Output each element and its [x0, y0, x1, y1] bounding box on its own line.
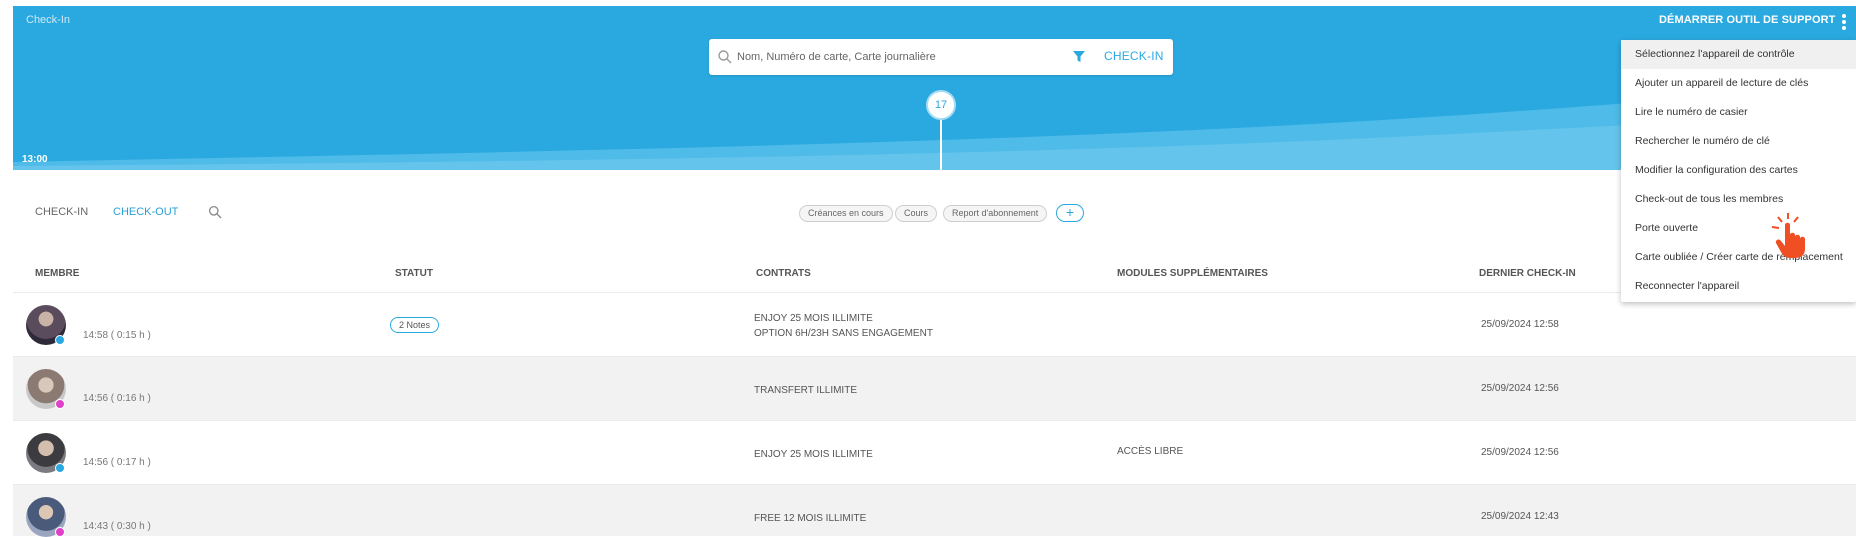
- menu-item-select-control-device[interactable]: Sélectionnez l'appareil de contrôle: [1621, 40, 1856, 69]
- menu-item-card-configuration[interactable]: Modifier la configuration des cartes: [1621, 156, 1856, 185]
- menu-item-forgotten-card[interactable]: Carte oubliée / Créer carte de remplacem…: [1621, 243, 1856, 272]
- row-contract: ENJOY 25 MOIS ILLIMITE: [754, 449, 873, 460]
- row-contract: TRANSFERT ILLIMITE: [754, 385, 857, 396]
- search-icon: [718, 50, 732, 64]
- tab-checkin[interactable]: CHECK-IN: [35, 206, 88, 218]
- column-header-last-checkin[interactable]: DERNIER CHECK-IN: [1479, 268, 1576, 279]
- table-row[interactable]: 14:58 ( 0:15 h ) 2 Notes ENJOY 25 MOIS I…: [13, 292, 1856, 356]
- search-icon[interactable]: [208, 205, 222, 219]
- menu-item-add-key-reader[interactable]: Ajouter un appareil de lecture de clés: [1621, 69, 1856, 98]
- row-module: ACCÈS LIBRE: [1117, 446, 1184, 457]
- menu-item-read-locker-number[interactable]: Lire le numéro de casier: [1621, 98, 1856, 127]
- status-dot: [55, 463, 65, 473]
- menu-item-reconnect-device[interactable]: Reconnecter l'appareil: [1621, 272, 1856, 301]
- filter-chip-report[interactable]: Report d'abonnement: [943, 205, 1048, 222]
- app-title: Check-In: [26, 14, 71, 26]
- filter-chip-creances[interactable]: Créances en cours: [799, 205, 893, 222]
- row-last-checkin: 25/09/2024 12:43: [1481, 511, 1559, 522]
- row-contract: FREE 12 MOIS ILLIMITE: [754, 513, 867, 524]
- column-header-modules[interactable]: MODULES SUPPLÉMENTAIRES: [1117, 268, 1268, 279]
- timeline-time-label: 13:00: [22, 154, 48, 165]
- column-header-contracts[interactable]: CONTRATS: [756, 268, 811, 279]
- menu-item-open-door[interactable]: Porte ouverte: [1621, 214, 1856, 243]
- menu-item-search-key-number[interactable]: Rechercher le numéro de clé: [1621, 127, 1856, 156]
- add-filter-button[interactable]: +: [1056, 204, 1084, 222]
- row-time: 14:58 ( 0:15 h ): [83, 330, 151, 341]
- hand-cursor-icon: [1771, 213, 1805, 258]
- avatar: [26, 305, 66, 345]
- row-last-checkin: 25/09/2024 12:56: [1481, 447, 1559, 458]
- tab-checkout[interactable]: CHECK-OUT: [113, 206, 178, 218]
- options-dropdown-menu: Sélectionnez l'appareil de contrôle Ajou…: [1621, 40, 1856, 302]
- checkin-button[interactable]: CHECK-IN: [1104, 49, 1164, 63]
- status-dot: [55, 335, 65, 345]
- notes-badge[interactable]: 2 Notes: [390, 317, 440, 333]
- table-row[interactable]: 14:56 ( 0:16 h ) TRANSFERT ILLIMITE 25/0…: [13, 356, 1856, 420]
- checkin-header: Check-In 13:00 DÉMARRER OUTIL DE SUPPORT: [13, 6, 1856, 170]
- more-options-icon[interactable]: [1837, 14, 1851, 32]
- row-time: 14:56 ( 0:17 h ): [83, 457, 151, 468]
- member-search-input[interactable]: [737, 48, 1057, 66]
- row-time: 14:56 ( 0:16 h ): [83, 393, 151, 404]
- avatar: [26, 433, 66, 473]
- row-last-checkin: 25/09/2024 12:58: [1481, 319, 1559, 330]
- row-time: 14:43 ( 0:30 h ): [83, 521, 151, 532]
- checkin-count-badge[interactable]: 17: [926, 90, 956, 120]
- filter-chip-cours[interactable]: Cours: [895, 205, 938, 222]
- timeline-marker-line: [940, 116, 942, 172]
- menu-item-checkout-all-members[interactable]: Check-out de tous les membres: [1621, 185, 1856, 214]
- filter-icon[interactable]: [1072, 50, 1086, 64]
- avatar: [26, 497, 66, 537]
- start-support-tool-button[interactable]: DÉMARRER OUTIL DE SUPPORT: [1659, 14, 1835, 26]
- row-contract: ENJOY 25 MOIS ILLIMITE OPTION 6H/23H SAN…: [754, 313, 933, 339]
- row-last-checkin: 25/09/2024 12:56: [1481, 383, 1559, 394]
- header-wave-decoration: [13, 84, 1856, 170]
- column-header-member[interactable]: MEMBRE: [35, 268, 79, 279]
- table-row[interactable]: 14:56 ( 0:17 h ) ENJOY 25 MOIS ILLIMITE …: [13, 420, 1856, 484]
- avatar: [26, 369, 66, 409]
- status-dot: [55, 399, 65, 409]
- table-row[interactable]: 14:43 ( 0:30 h ) FREE 12 MOIS ILLIMITE 2…: [13, 484, 1856, 537]
- member-search-bar: CHECK-IN: [709, 39, 1173, 75]
- column-header-status[interactable]: STATUT: [395, 268, 433, 279]
